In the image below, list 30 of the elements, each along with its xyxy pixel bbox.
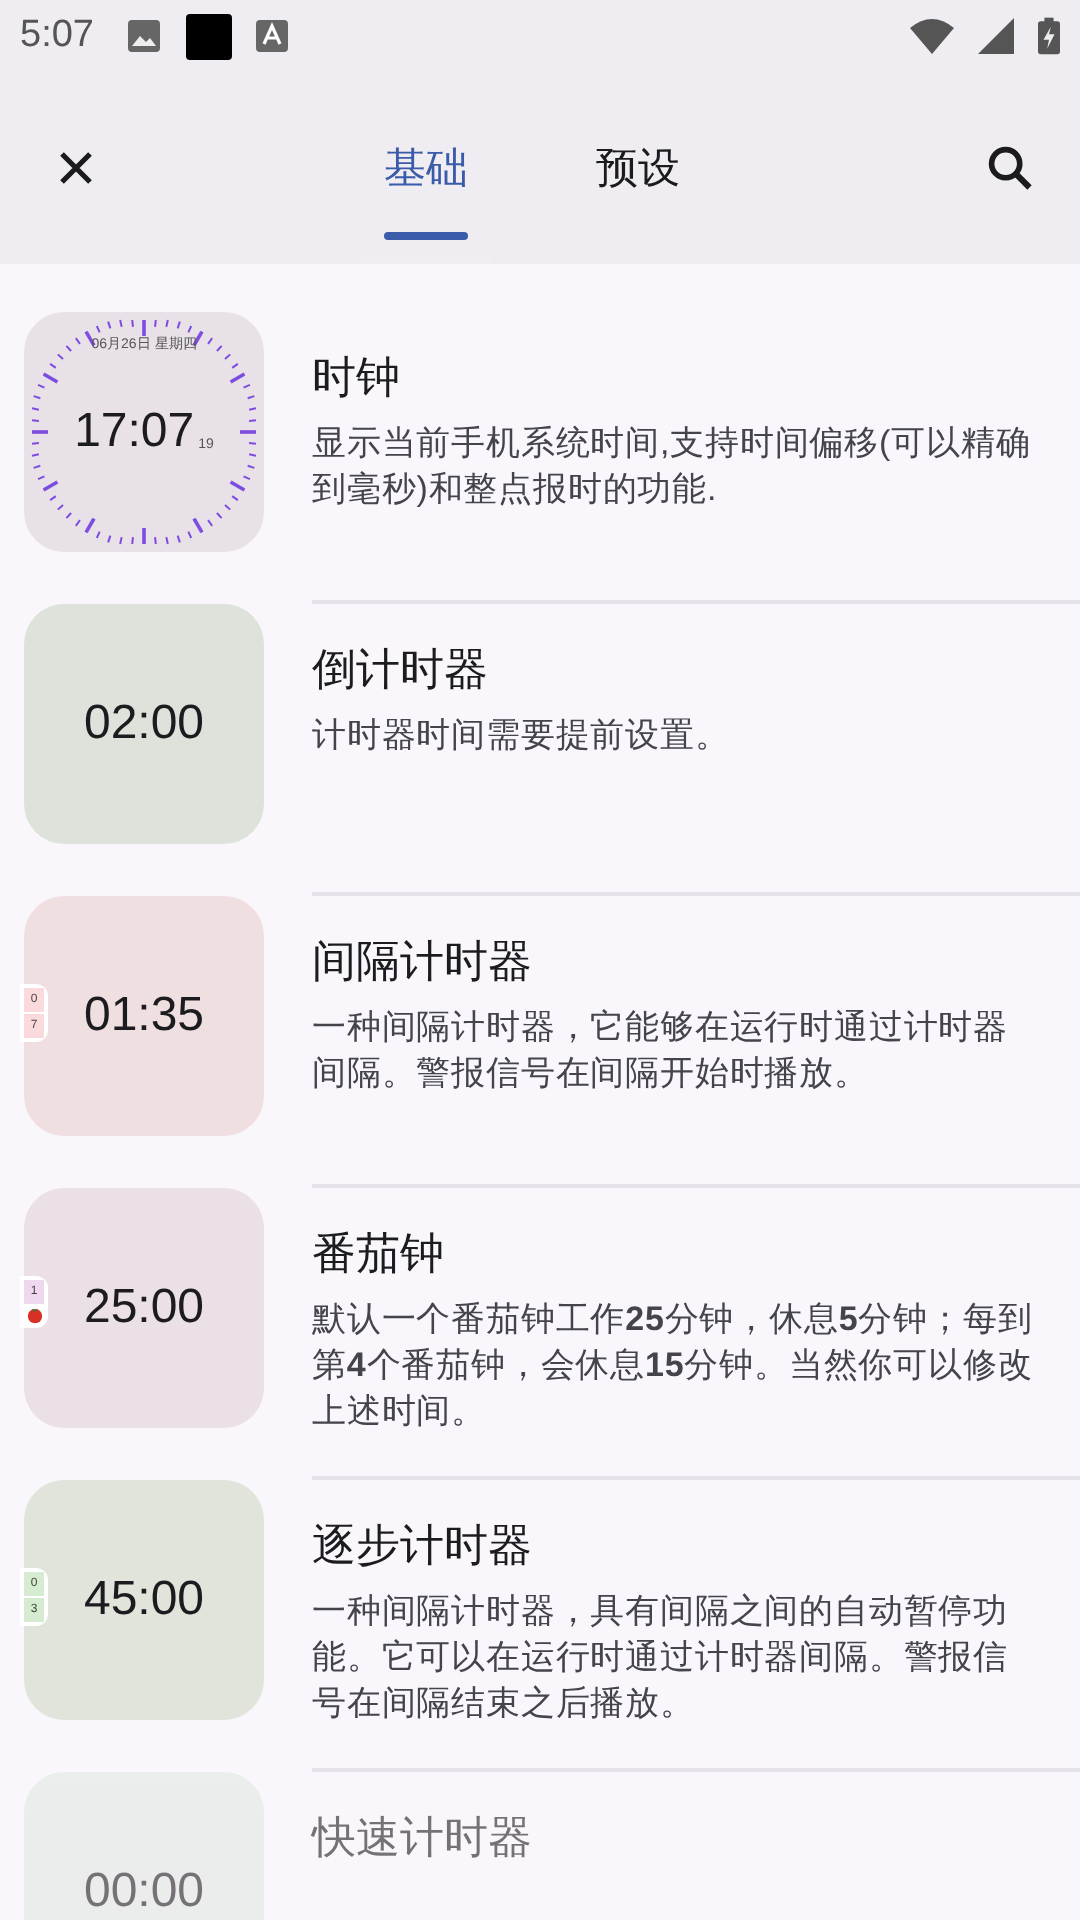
tab[interactable]: 基础 [360,72,492,264]
wifi-icon [910,18,954,54]
item-description: 默认一个番茄钟工作25分钟，休息5分钟；每到第4个番茄钟，会休息15分钟。当然你可以修改上述时间。 [312,1298,1035,1434]
timer-time: 45:00 [83,1572,205,1628]
signal-icon [978,18,1014,54]
search-icon [984,142,1036,194]
timer-time: 02:00 [83,696,205,752]
timer-time: 01:35 [83,988,205,1044]
item-description: 一种间隔计时器，具有间隔之间的自动暂停功能。它可以在运行时通过计时器间隔。警报信号在间隔结束之后播放。 [312,1590,1010,1726]
item-title: 时钟 [312,350,402,406]
item-description: 一种间隔计时器，它能够在运行时通过计时器间隔。警报信号在间隔开始时播放。 [312,1006,1010,1096]
image-icon [125,18,162,54]
tab[interactable]: 预设 [572,72,704,264]
timer-time: 00:00 [83,1864,205,1920]
item-title: 番茄钟 [312,1226,446,1282]
item-title: 逐步计时器 [312,1518,534,1574]
battery-icon [1038,16,1060,56]
item-title: 倒计时器 [312,642,490,698]
status-time: 5:07 [20,14,94,58]
item-title: 间隔计时器 [312,934,534,990]
timer-tile[interactable]: 00:00 [24,1772,264,1920]
clock-time: 17:07 [74,404,195,460]
item-title: 快速计时器 [312,1810,534,1866]
timer-tile[interactable]: 02:00 [24,604,264,844]
timer-time: 25:00 [83,1280,205,1336]
font-icon [255,20,288,52]
item-description: 显示当前手机系统时间,支持时间偏移(可以精确到毫秒)和整点报时的功能. [312,422,1033,512]
notification-icon [185,13,232,59]
tomato-icon [25,1306,43,1324]
item-description: 计时器时间需要提前设置。 [312,714,732,758]
